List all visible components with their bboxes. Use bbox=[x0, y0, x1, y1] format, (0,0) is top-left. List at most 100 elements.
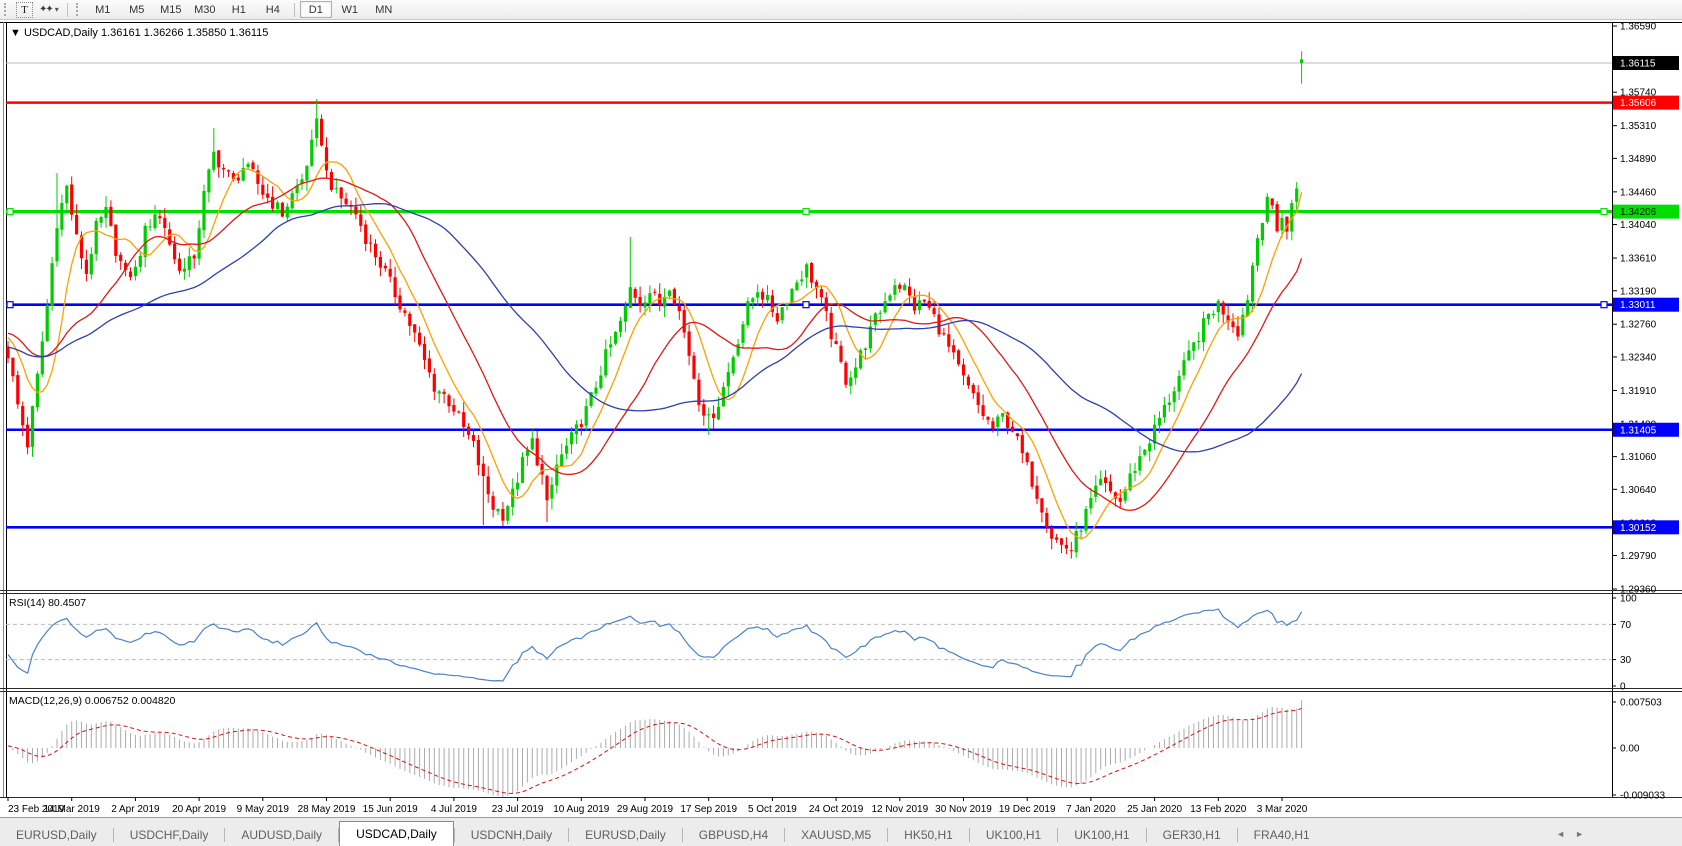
tab-eurusd-daily[interactable]: EURUSD,Daily bbox=[0, 825, 113, 846]
svg-text:0: 0 bbox=[1620, 682, 1626, 693]
timeframe-button-h1[interactable]: H1 bbox=[223, 1, 255, 18]
chart-toolbar: T ✦✦ ▾ M1M5M15M30H1H4 D1W1MN bbox=[0, 0, 1682, 20]
timeframe-button-m1[interactable]: M1 bbox=[87, 1, 119, 18]
tab-uk100-h1[interactable]: UK100,H1 bbox=[1058, 825, 1145, 846]
svg-text:1.34206: 1.34206 bbox=[1620, 207, 1657, 218]
svg-text:0.007503: 0.007503 bbox=[1620, 698, 1662, 709]
chart-tabs: EURUSD,DailyUSDCHF,DailyAUDUSD,DailyUSDC… bbox=[0, 825, 1326, 846]
tab-fra40-h1[interactable]: FRA40,H1 bbox=[1238, 825, 1326, 846]
moving-averages bbox=[8, 162, 1302, 539]
svg-text:28 May 2019: 28 May 2019 bbox=[298, 804, 356, 815]
svg-text:30: 30 bbox=[1620, 655, 1632, 666]
chart-title: ▼ USDCAD,Daily 1.36161 1.36266 1.35850 1… bbox=[10, 27, 268, 39]
tab-gbpusd-h4[interactable]: GBPUSD,H4 bbox=[683, 825, 784, 846]
svg-text:1.35310: 1.35310 bbox=[1620, 121, 1657, 132]
svg-text:1.35606: 1.35606 bbox=[1620, 98, 1657, 109]
chart-frame bbox=[0, 22, 1682, 798]
macd-label: MACD(12,26,9) 0.006752 0.004820 bbox=[9, 695, 176, 707]
rsi-label: RSI(14) 80.4507 bbox=[9, 597, 86, 609]
svg-text:13 Feb 2020: 13 Feb 2020 bbox=[1190, 804, 1247, 815]
svg-text:▼ USDCAD,Daily 1.36161 1.3626: ▼ USDCAD,Daily 1.36161 1.36266 1.35850 1… bbox=[10, 27, 268, 39]
svg-text:29 Aug 2019: 29 Aug 2019 bbox=[617, 804, 674, 815]
svg-text:1.33190: 1.33190 bbox=[1620, 286, 1657, 297]
tab-scroll-left-icon[interactable]: ◄ bbox=[1556, 829, 1575, 839]
tab-scroll-right-icon[interactable]: ► bbox=[1575, 829, 1594, 839]
line-handle bbox=[1601, 302, 1607, 308]
svg-text:0.00: 0.00 bbox=[1620, 744, 1640, 755]
svg-text:23 Jul 2019: 23 Jul 2019 bbox=[492, 804, 544, 815]
svg-text:1.36590: 1.36590 bbox=[1620, 22, 1657, 33]
svg-text:10 Aug 2019: 10 Aug 2019 bbox=[553, 804, 610, 815]
horizontal-lines[interactable] bbox=[6, 63, 1612, 527]
timeframe-button-m15[interactable]: M15 bbox=[155, 1, 187, 18]
svg-text:17 Sep 2019: 17 Sep 2019 bbox=[680, 804, 737, 815]
svg-text:1.29790: 1.29790 bbox=[1620, 551, 1657, 562]
timeframe-button-w1[interactable]: W1 bbox=[334, 1, 366, 18]
svg-text:1.32760: 1.32760 bbox=[1620, 320, 1657, 331]
text-tool-button[interactable]: T bbox=[16, 2, 33, 18]
chart-area[interactable]: 1.365901.361601.357401.353101.348901.344… bbox=[0, 22, 1682, 818]
svg-text:1.34890: 1.34890 bbox=[1620, 154, 1657, 165]
tab-usdcad-daily[interactable]: USDCAD,Daily bbox=[339, 821, 454, 846]
timeframe-button-d1[interactable]: D1 bbox=[300, 1, 332, 18]
svg-text:12 Nov 2019: 12 Nov 2019 bbox=[871, 804, 928, 815]
chevron-down-icon[interactable]: ▾ bbox=[55, 5, 59, 14]
bar-style-icon[interactable]: ✦✦ bbox=[39, 4, 52, 15]
tab-ger30-h1[interactable]: GER30,H1 bbox=[1147, 825, 1237, 846]
svg-text:14 Mar 2019: 14 Mar 2019 bbox=[44, 804, 101, 815]
svg-text:1.30152: 1.30152 bbox=[1620, 523, 1657, 534]
tab-audusd-daily[interactable]: AUDUSD,Daily bbox=[225, 825, 338, 846]
svg-text:1.31060: 1.31060 bbox=[1620, 452, 1657, 463]
svg-text:1.30640: 1.30640 bbox=[1620, 485, 1657, 496]
line-handle bbox=[7, 302, 13, 308]
tab-hk50-h1[interactable]: HK50,H1 bbox=[888, 825, 969, 846]
tab-uk100-h1[interactable]: UK100,H1 bbox=[970, 825, 1057, 846]
svg-text:25 Jan 2020: 25 Jan 2020 bbox=[1127, 804, 1182, 815]
svg-text:-0.009033: -0.009033 bbox=[1620, 791, 1665, 802]
tab-eurusd-daily[interactable]: EURUSD,Daily bbox=[569, 825, 682, 846]
svg-text:20 Apr 2019: 20 Apr 2019 bbox=[172, 804, 226, 815]
svg-text:1.32340: 1.32340 bbox=[1620, 352, 1657, 363]
toolbar-grip[interactable] bbox=[76, 3, 83, 16]
timeframe-button-group: M1M5M15M30H1H4 D1W1MN bbox=[86, 1, 401, 18]
rsi-pane[interactable]: RSI(14) 80.4507 bbox=[8, 597, 1302, 681]
tab-usdchf-daily[interactable]: USDCHF,Daily bbox=[114, 825, 225, 846]
svg-text:4 Jul 2019: 4 Jul 2019 bbox=[431, 804, 478, 815]
timeframe-button-h4[interactable]: H4 bbox=[257, 1, 289, 18]
svg-text:5 Oct 2019: 5 Oct 2019 bbox=[748, 804, 797, 815]
ma-mid-red bbox=[8, 178, 1302, 510]
indicator-axis[interactable]: 100 70 30 0 0.007503 0.00 -0.009033 bbox=[6, 594, 1665, 802]
timeframe-button-m30[interactable]: M30 bbox=[189, 1, 221, 18]
svg-text:1.33610: 1.33610 bbox=[1620, 254, 1657, 265]
svg-text:2 Apr 2019: 2 Apr 2019 bbox=[111, 804, 160, 815]
line-handle bbox=[1601, 209, 1607, 215]
svg-text:1.33011: 1.33011 bbox=[1620, 300, 1656, 311]
toolbar-grip[interactable] bbox=[4, 3, 11, 16]
timeframe-button-mn[interactable]: MN bbox=[368, 1, 400, 18]
macd-pane[interactable]: MACD(12,26,9) 0.006752 0.004820 bbox=[8, 695, 1302, 797]
timeframe-button-m5[interactable]: M5 bbox=[121, 1, 153, 18]
toolbar-separator bbox=[294, 3, 295, 17]
mt4-chart-window: T ✦✦ ▾ M1M5M15M30H1H4 D1W1MN 1.36590 1.361… bbox=[0, 0, 1682, 846]
svg-text:1.34040: 1.34040 bbox=[1620, 220, 1657, 231]
svg-text:9 May 2019: 9 May 2019 bbox=[237, 804, 290, 815]
rsi-line bbox=[8, 609, 1302, 681]
svg-text:24 Oct 2019: 24 Oct 2019 bbox=[809, 804, 864, 815]
ma-fast-orange bbox=[8, 162, 1302, 539]
svg-text:3 Mar 2020: 3 Mar 2020 bbox=[1257, 804, 1308, 815]
time-axis[interactable]: 23 Feb 201914 Mar 20192 Apr 201920 Apr 2… bbox=[8, 797, 1308, 815]
tab-xauusd-m5[interactable]: XAUUSD,M5 bbox=[785, 825, 887, 846]
line-handle bbox=[803, 209, 809, 215]
svg-text:1.36115: 1.36115 bbox=[1620, 58, 1656, 69]
svg-text:100: 100 bbox=[1620, 594, 1637, 605]
tab-usdcnh-daily[interactable]: USDCNH,Daily bbox=[455, 825, 568, 846]
toolbar-separator bbox=[67, 3, 68, 17]
svg-text:70: 70 bbox=[1620, 620, 1632, 631]
svg-text:15 Jun 2019: 15 Jun 2019 bbox=[363, 804, 418, 815]
ma-slow-blue bbox=[8, 204, 1302, 452]
svg-text:1.34460: 1.34460 bbox=[1620, 187, 1657, 198]
svg-text:1.31405: 1.31405 bbox=[1620, 425, 1657, 436]
svg-text:30 Nov 2019: 30 Nov 2019 bbox=[935, 804, 992, 815]
line-handle bbox=[803, 302, 809, 308]
svg-text:1.31910: 1.31910 bbox=[1620, 386, 1657, 397]
